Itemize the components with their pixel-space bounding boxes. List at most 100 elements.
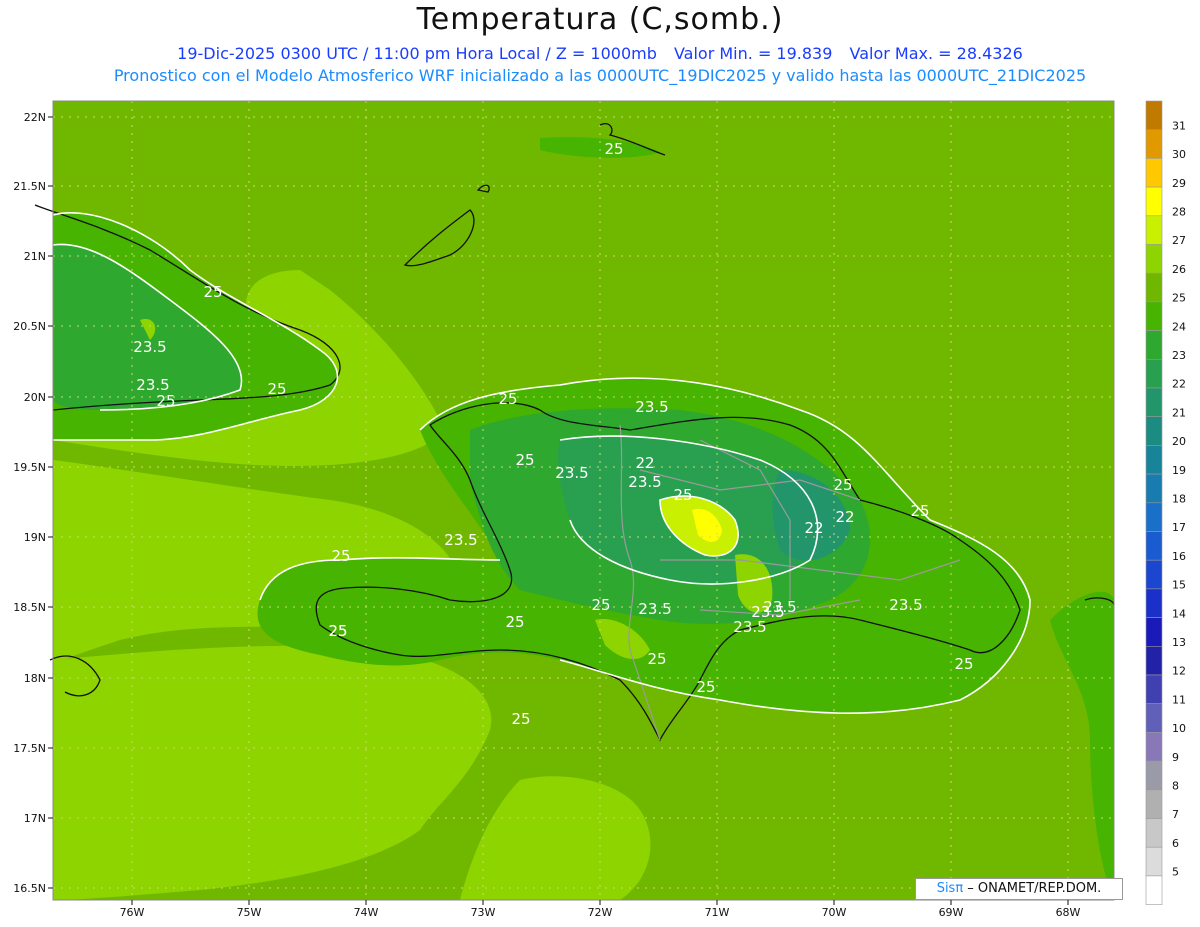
contour-label: 23.5 — [635, 398, 668, 416]
credit-box: Sisπ – ONAMET/REP.DOM. — [915, 878, 1123, 900]
contour-label: 25 — [511, 710, 530, 728]
colorbar-swatch — [1145, 301, 1163, 331]
contour-label: 25 — [515, 451, 534, 469]
lat-label: 17N — [24, 812, 46, 825]
colorbar-label: 5 — [1172, 866, 1179, 879]
contour-label: 23.5 — [555, 464, 588, 482]
contour-label: 23.5 — [628, 473, 661, 491]
colorbar-swatch — [1145, 559, 1163, 590]
colorbar-label: 23 — [1172, 349, 1186, 362]
colorbar-swatch — [1145, 473, 1163, 504]
lon-label: 71W — [705, 906, 730, 919]
contour-label: 23.5 — [763, 598, 796, 616]
colorbar-swatch — [1145, 875, 1163, 905]
lon-label: 70W — [822, 906, 847, 919]
lon-label: 72W — [588, 906, 613, 919]
colorbar-swatch — [1145, 818, 1163, 848]
colorbar-label: 21 — [1172, 406, 1186, 419]
colorbar-swatch — [1145, 100, 1163, 131]
colorbar-swatch — [1145, 588, 1163, 618]
colorbar-label: 25 — [1172, 292, 1186, 305]
colorbar-label: 10 — [1172, 722, 1186, 735]
temperature-map: 252523.523.52525252523.52523.52223.52523… — [13, 100, 1186, 919]
colorbar-label: 28 — [1172, 205, 1186, 218]
lat-label: 21N — [24, 250, 46, 263]
lon-label: 73W — [471, 906, 496, 919]
contour-label: 25 — [696, 678, 715, 696]
contour-label: 25 — [498, 390, 517, 408]
colorbar-swatch — [1145, 244, 1163, 274]
colorbar-label: 24 — [1172, 320, 1186, 333]
contour-label: 23.5 — [733, 618, 766, 636]
colorbar-label: 17 — [1172, 521, 1186, 534]
contour-label: 25 — [591, 596, 610, 614]
longitude-labels: 76W 75W 74W 73W 72W 71W 70W 69W 68W — [120, 900, 1081, 919]
contour-label: 25 — [833, 476, 852, 494]
contour-label: 23.5 — [444, 531, 477, 549]
lat-label: 22N — [24, 111, 46, 124]
lat-label: 18.5N — [13, 601, 46, 614]
contour-label: 23.5 — [889, 596, 922, 614]
lat-label: 20.5N — [13, 320, 46, 333]
colorbar-swatch — [1145, 186, 1163, 217]
colorbar-label: 20 — [1172, 435, 1186, 448]
colorbar-swatch — [1145, 215, 1163, 245]
colorbar-label: 9 — [1172, 751, 1179, 764]
colorbar-swatch — [1145, 617, 1163, 647]
lat-label: 16.5N — [13, 882, 46, 895]
colorbar-label: 14 — [1172, 607, 1186, 620]
lat-label: 18N — [24, 672, 46, 685]
colorbar-swatch — [1145, 445, 1163, 475]
colorbar-swatch — [1145, 703, 1163, 733]
lon-label: 69W — [939, 906, 964, 919]
lon-label: 74W — [354, 906, 379, 919]
colorbar-label: 18 — [1172, 492, 1186, 505]
colorbar-label: 11 — [1172, 693, 1186, 706]
contour-label: 25 — [954, 655, 973, 673]
contour-label: 25 — [203, 283, 222, 301]
colorbar-swatch — [1145, 158, 1163, 188]
colorbar-swatch — [1145, 760, 1163, 791]
lon-label: 68W — [1056, 906, 1081, 919]
colorbar-swatch — [1145, 645, 1163, 676]
contour-label: 25 — [328, 622, 347, 640]
sis-logo-text: Sisπ — [936, 881, 964, 896]
lat-label: 19N — [24, 531, 46, 544]
colorbar-swatch — [1145, 531, 1163, 561]
lon-label: 75W — [237, 906, 262, 919]
contour-label: 25 — [673, 486, 692, 504]
credit-org: – ONAMET/REP.DOM. — [963, 881, 1102, 896]
colorbar-swatch — [1145, 732, 1163, 762]
colorbar-swatch — [1145, 502, 1163, 532]
colorbar-label: 22 — [1172, 378, 1186, 391]
contour-label: 25 — [156, 392, 175, 410]
colorbar-swatch — [1145, 416, 1163, 446]
colorbar-label: 31 — [1172, 119, 1186, 132]
colorbar-swatch — [1145, 387, 1163, 418]
contour-label: 23.5 — [638, 600, 671, 618]
contour-label: 25 — [331, 547, 350, 565]
shaded-field — [53, 101, 1114, 900]
lat-label: 21.5N — [13, 180, 46, 193]
contour-label: 25 — [267, 380, 286, 398]
contour-label: 25 — [647, 650, 666, 668]
colorbar-label: 29 — [1172, 177, 1186, 190]
lat-label: 20N — [24, 391, 46, 404]
colorbar-label: 8 — [1172, 779, 1179, 792]
lat-label: 17.5N — [13, 742, 46, 755]
colorbar-label: 6 — [1172, 837, 1179, 850]
colorbar-label: 30 — [1172, 148, 1186, 161]
colorbar-swatch — [1145, 129, 1163, 159]
latitude-labels: 22N 21.5N 21N 20.5N 20N 19.5N 19N 18.5N 18N 17.5N… — [13, 111, 53, 895]
contour-label: 25 — [910, 502, 929, 520]
colorbar-swatch — [1145, 272, 1163, 303]
contour-label: 22 — [835, 508, 854, 526]
contour-label: 25 — [604, 140, 623, 158]
contour-label: 22 — [804, 519, 823, 537]
colorbar-label: 27 — [1172, 234, 1186, 247]
lat-label: 19.5N — [13, 461, 46, 474]
contour-label: 22 — [635, 454, 654, 472]
contour-label: 25 — [505, 613, 524, 631]
lon-label: 76W — [120, 906, 145, 919]
colorbar-label: 26 — [1172, 263, 1186, 276]
